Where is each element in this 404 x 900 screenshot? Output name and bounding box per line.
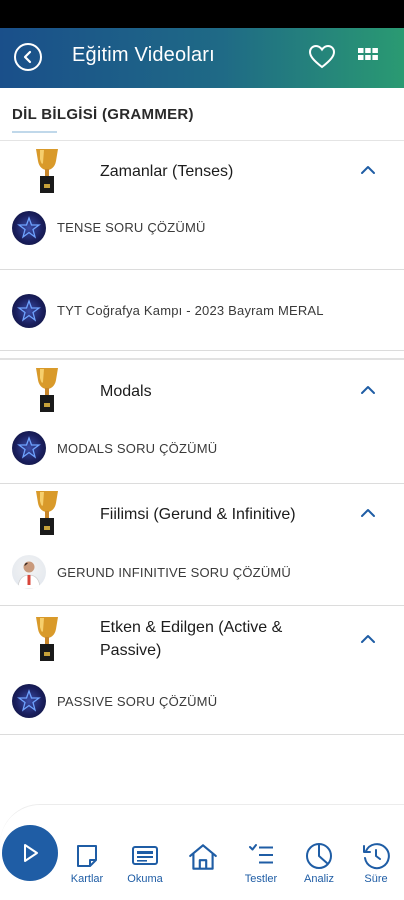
video-title: TENSE SORU ÇÖZÜMÜ (57, 220, 206, 235)
divider (0, 605, 404, 606)
category-underline (12, 131, 57, 133)
app-header: Eğitim Videoları (0, 28, 404, 88)
nav-analiz[interactable]: Analiz (291, 841, 347, 885)
topic-header-modals[interactable]: Modals (0, 363, 404, 423)
heart-icon[interactable] (308, 44, 336, 70)
video-item[interactable]: PASSIVE SORU ÇÖZÜMÜ (0, 680, 404, 724)
topic-header-gerund[interactable]: Fiilimsi (Gerund & Infinitive) (0, 486, 404, 546)
back-button[interactable] (14, 43, 42, 71)
nav-label: Kartlar (70, 873, 104, 885)
topic-title: Fiilimsi (Gerund & Infinitive) (100, 506, 296, 523)
category-title: DİL BİLGİSİ (GRAMMER) (12, 106, 194, 123)
video-thumbnail (12, 684, 46, 718)
topic-title: Modals (100, 383, 152, 400)
pie-chart-icon (306, 843, 332, 869)
topic-header-tenses[interactable]: Zamanlar (Tenses) (0, 143, 404, 203)
card-icon (77, 845, 97, 867)
video-item[interactable]: MODALS SORU ÇÖZÜMÜ (0, 427, 404, 471)
trophy-icon (36, 368, 58, 412)
chevron-up-icon (361, 509, 375, 517)
nav-label: Okuma (127, 873, 163, 885)
home-icon (189, 844, 217, 870)
section-divider (0, 358, 404, 360)
status-bar (0, 0, 404, 28)
play-icon (24, 844, 38, 862)
video-title: GERUND INFINITIVE SORU ÇÖZÜMÜ (57, 565, 292, 580)
chevron-up-icon (361, 386, 375, 394)
checklist-icon (249, 844, 273, 864)
video-title: TYT Coğrafya Kampı - 2023 Bayram MERAL (57, 303, 324, 318)
category-tab[interactable]: DİL BİLGİSİ (GRAMMER) (0, 88, 404, 141)
video-item[interactable]: GERUND INFINITIVE SORU ÇÖZÜMÜ (0, 551, 404, 595)
video-thumbnail (12, 555, 46, 589)
grid-icon[interactable] (357, 46, 379, 68)
nav-label: Süre (364, 873, 388, 885)
topic-header-passive[interactable]: Etken & Edilgen (Active & Passive) (0, 610, 404, 680)
content-area: DİL BİLGİSİ (GRAMMER) Zamanlar (Tenses) … (0, 88, 404, 804)
video-item[interactable]: TENSE SORU ÇÖZÜMÜ (0, 206, 404, 250)
chevron-up-icon (361, 635, 375, 643)
page-title: Eğitim Videoları (72, 44, 215, 66)
nav-testler[interactable]: Testler (233, 841, 289, 885)
nav-label: Analiz (304, 873, 334, 885)
nav-sure[interactable]: Süre (348, 841, 404, 885)
star-logo-icon (17, 436, 41, 459)
history-clock-icon (363, 843, 390, 870)
bottom-navigation: Kartlar Okuma Testler Analiz Süre (0, 804, 404, 900)
nav-okuma[interactable]: Okuma (117, 841, 173, 885)
divider (0, 734, 404, 735)
nav-label: Testler (244, 873, 278, 885)
chevron-up-icon (361, 166, 375, 174)
video-thumbnail (12, 211, 46, 245)
video-item[interactable]: TYT Coğrafya Kampı - 2023 Bayram MERAL (0, 290, 404, 334)
back-icon (23, 50, 32, 64)
video-title: MODALS SORU ÇÖZÜMÜ (57, 441, 218, 456)
star-logo-icon (17, 689, 41, 712)
video-thumbnail (12, 431, 46, 465)
topic-title: Zamanlar (Tenses) (100, 163, 234, 180)
nav-home[interactable] (175, 841, 231, 875)
trophy-icon (36, 617, 58, 661)
trophy-icon (36, 491, 58, 535)
video-thumbnail (12, 294, 46, 328)
nav-kartlar[interactable]: Kartlar (59, 841, 115, 885)
topic-title: Etken & Edilgen (Active & Passive) (100, 619, 283, 659)
reading-icon (132, 846, 158, 865)
divider (0, 350, 404, 351)
divider (0, 483, 404, 484)
divider (0, 269, 404, 270)
video-title: PASSIVE SORU ÇÖZÜMÜ (57, 694, 218, 709)
star-logo-icon (17, 216, 41, 239)
play-button[interactable] (2, 825, 58, 881)
star-logo-icon (17, 299, 41, 322)
person-avatar-icon (17, 561, 41, 589)
trophy-icon (36, 149, 58, 193)
